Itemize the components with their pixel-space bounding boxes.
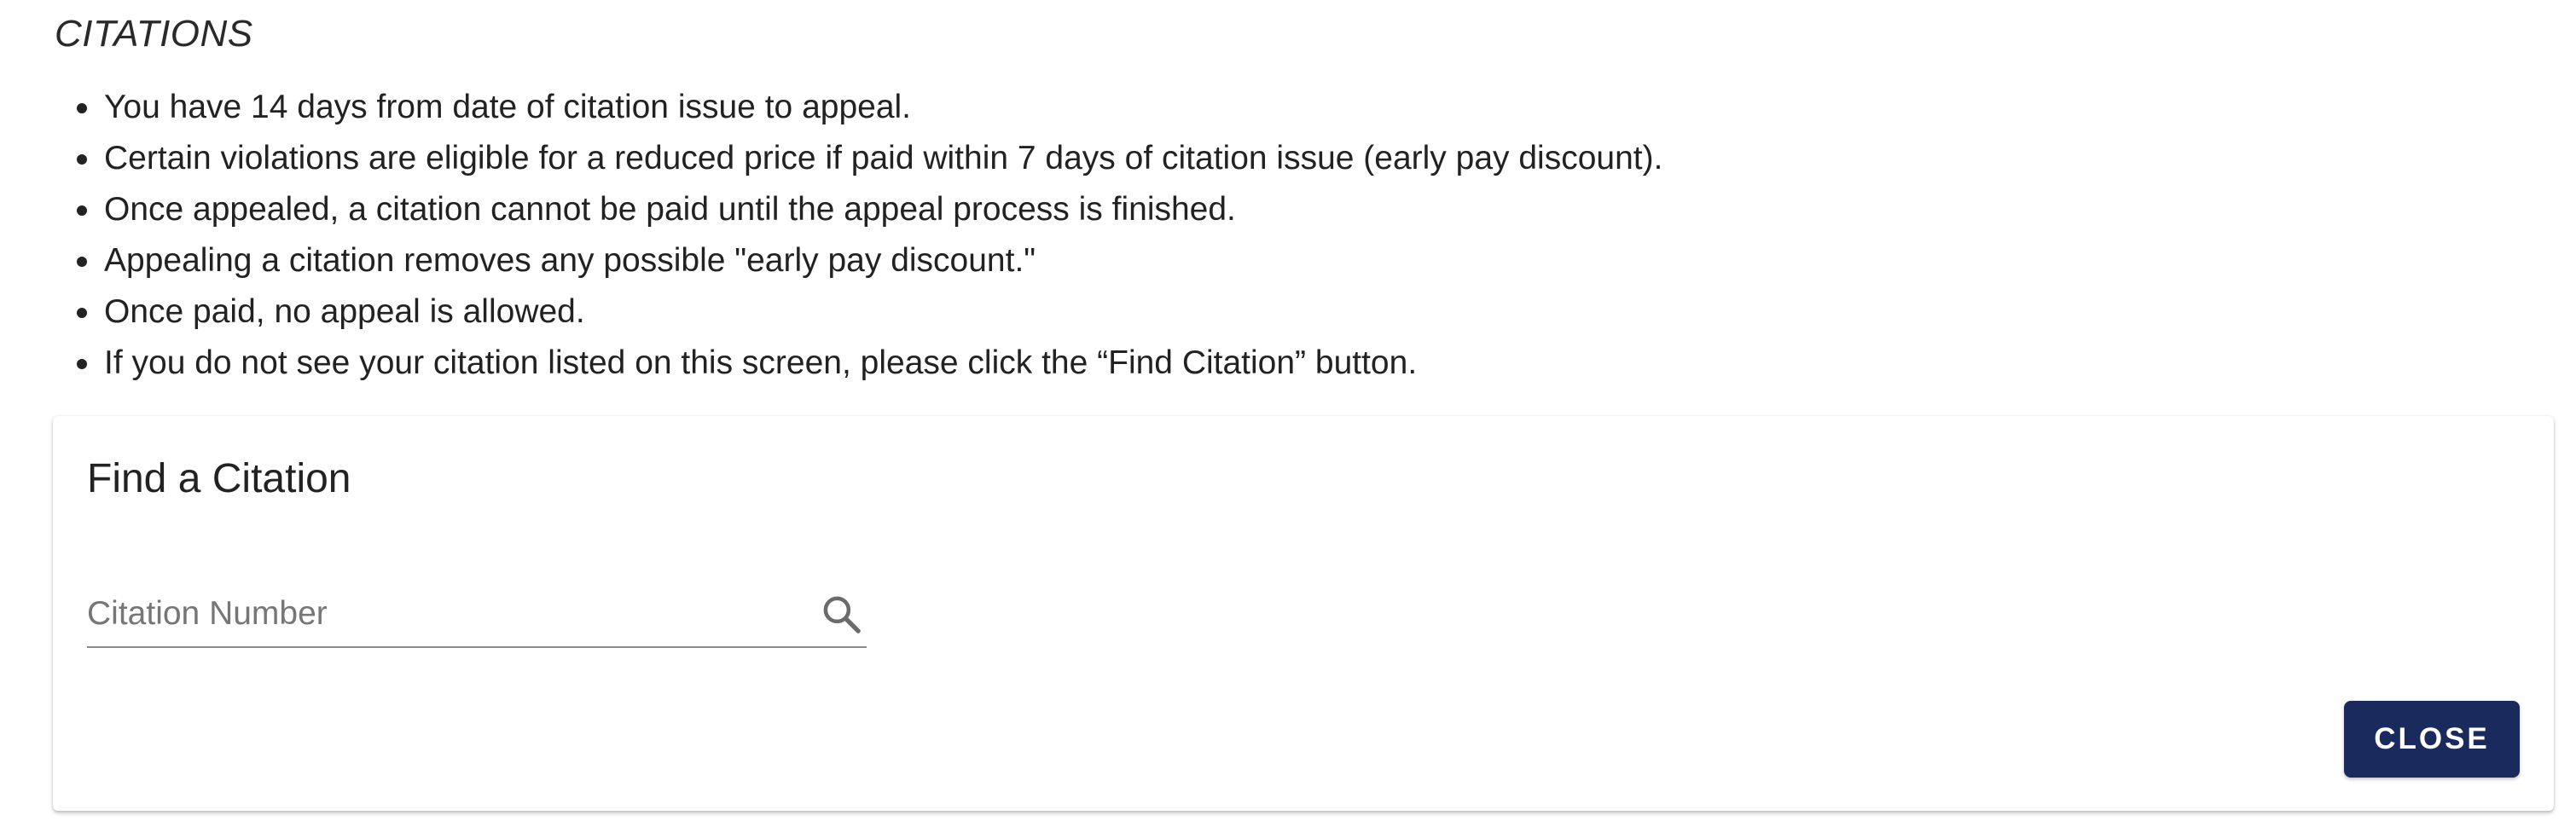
- bullet-icon: [77, 103, 87, 113]
- citations-page: CITATIONS You have 14 days from date of …: [0, 0, 2576, 827]
- citation-number-input[interactable]: [87, 583, 786, 645]
- list-item: Once paid, no appeal is allowed.: [77, 286, 1662, 338]
- bullet-icon: [77, 154, 87, 165]
- card-title: Find a Citation: [87, 456, 351, 501]
- close-button[interactable]: CLOSE: [2344, 701, 2520, 778]
- bullet-icon: [77, 257, 87, 267]
- list-item: If you do not see your citation listed o…: [77, 338, 1662, 389]
- list-item: Appealing a citation removes any possibl…: [77, 235, 1662, 286]
- rule-text: Once appealed, a citation cannot be paid…: [104, 191, 1236, 228]
- rule-text: You have 14 days from date of citation i…: [104, 89, 912, 125]
- rule-text: Once paid, no appeal is allowed.: [104, 293, 585, 330]
- citation-rules-list: You have 14 days from date of citation i…: [53, 82, 1662, 389]
- rule-text: If you do not see your citation listed o…: [104, 344, 1418, 381]
- list-item: Certain violations are eligible for a re…: [77, 133, 1663, 184]
- search-icon[interactable]: [819, 592, 865, 638]
- citation-number-field: [87, 583, 867, 648]
- section-title: CITATIONS: [55, 13, 253, 55]
- rule-text: Appealing a citation removes any possibl…: [104, 242, 1036, 279]
- rule-text: Certain violations are eligible for a re…: [104, 140, 1663, 176]
- list-item: Once appealed, a citation cannot be paid…: [77, 184, 1662, 235]
- bullet-icon: [77, 205, 87, 216]
- bullet-icon: [77, 359, 87, 369]
- find-citation-card: Find a Citation CLOSE: [53, 416, 2554, 811]
- bullet-icon: [77, 308, 87, 318]
- list-item: You have 14 days from date of citation i…: [77, 82, 1662, 133]
